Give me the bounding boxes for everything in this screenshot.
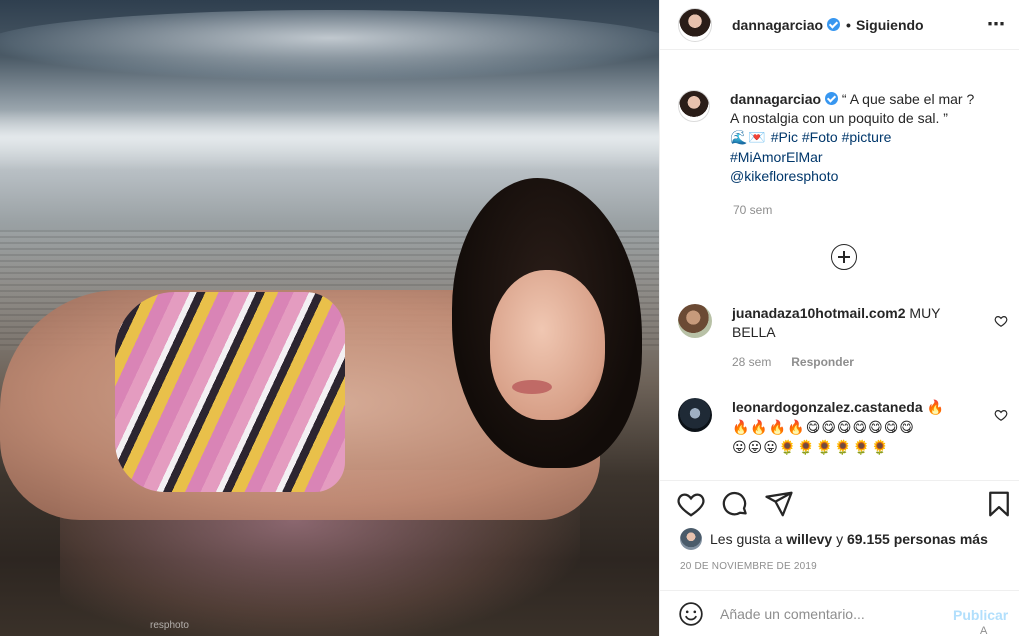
- photo-wave: [0, 10, 659, 80]
- photo-lips: [512, 380, 552, 394]
- comment-body-line0: 🔥: [926, 400, 945, 416]
- heart-icon[interactable]: [676, 489, 706, 519]
- author-username[interactable]: dannagarciao: [732, 17, 823, 33]
- following-button[interactable]: Siguiendo: [856, 17, 924, 33]
- comment-icon[interactable]: [720, 489, 750, 519]
- mention-kikefloresphoto[interactable]: @kikefloresphoto: [730, 168, 838, 184]
- photo-wave-foam: [0, 110, 659, 170]
- likes-count[interactable]: 69.155 personas más: [847, 531, 988, 547]
- hashtag-picture[interactable]: #picture: [842, 129, 892, 145]
- comment-like-heart-icon[interactable]: [994, 314, 1008, 328]
- post-header: dannagarciao • Siguiendo ⋯: [660, 0, 1019, 50]
- commenter-avatar[interactable]: [678, 304, 712, 338]
- comments-section[interactable]: dannagarciao “ A que sabe el mar ? A nos…: [660, 50, 1019, 480]
- comment-timestamp[interactable]: 28 sem: [732, 355, 771, 369]
- likes-prefix: Les gusta a: [710, 531, 783, 547]
- post-actions: [660, 480, 1019, 526]
- caption-emoji: 🌊💌: [730, 130, 767, 146]
- photo-face: [490, 270, 605, 420]
- load-more-comments-button[interactable]: [831, 244, 857, 270]
- verified-badge-icon: [825, 92, 839, 105]
- emoji-picker-icon[interactable]: [678, 601, 704, 627]
- comment-username[interactable]: leonardogonzalez.castaneda: [732, 399, 923, 415]
- caption-username[interactable]: dannagarciao: [730, 91, 821, 107]
- caption-avatar[interactable]: [678, 90, 710, 122]
- comment-username[interactable]: juanadaza10hotmail.com2: [732, 305, 906, 321]
- publish-button[interactable]: Publicar: [953, 607, 1008, 623]
- comment-text: juanadaza10hotmail.com2 MUY BELLA 28 sem…: [732, 304, 987, 372]
- post-side-panel: dannagarciao • Siguiendo ⋯ dannagarciao …: [659, 0, 1019, 636]
- verified-badge-icon: [827, 18, 841, 31]
- post-photo[interactable]: resphoto: [0, 0, 659, 636]
- caption-text: dannagarciao “ A que sabe el mar ? A nos…: [730, 90, 1000, 186]
- comment-text: leonardogonzalez.castaneda 🔥 🔥🔥🔥🔥😋😋😋😋😋😋😋…: [732, 398, 987, 458]
- post-caption: dannagarciao “ A que sabe el mar ? A nos…: [678, 90, 1008, 186]
- caption-timestamp[interactable]: 70 sem: [733, 203, 772, 217]
- overflow-text: A: [980, 625, 988, 636]
- comment-item: leonardogonzalez.castaneda 🔥 🔥🔥🔥🔥😋😋😋😋😋😋😋…: [678, 398, 1008, 458]
- comment-meta: 28 sem Responder: [732, 352, 987, 372]
- author-avatar[interactable]: [678, 7, 712, 42]
- likes-connector: y: [836, 531, 844, 547]
- comment-body-line2: 😛😛😛🌻🌻🌻🌻🌻🌻: [732, 440, 890, 456]
- liker-username[interactable]: willevy: [786, 531, 832, 547]
- photo-watermark: resphoto: [150, 620, 189, 631]
- hashtag-miamorelmar[interactable]: #MiAmorElMar: [730, 149, 823, 165]
- comment-input[interactable]: [720, 605, 940, 622]
- post-date[interactable]: 20 DE NOVIEMBRE DE 2019: [680, 561, 817, 572]
- share-icon[interactable]: [764, 489, 794, 519]
- caption-line2: A nostalgia con un poquito de sal. ”: [730, 110, 948, 126]
- comment-item: juanadaza10hotmail.com2 MUY BELLA 28 sem…: [678, 304, 1008, 372]
- caption-line1: “ A que sabe el mar ?: [841, 91, 975, 107]
- reply-button[interactable]: Responder: [791, 355, 854, 369]
- photo-swimsuit: [115, 292, 345, 492]
- liker-avatar[interactable]: [680, 528, 702, 550]
- hashtag-pic[interactable]: #Pic: [771, 129, 798, 145]
- hashtag-foto[interactable]: #Foto: [802, 129, 838, 145]
- header-separator: •: [846, 16, 851, 33]
- comment-body-line1: 🔥🔥🔥🔥😋😋😋😋😋😋😋: [732, 420, 915, 436]
- comment-like-heart-icon[interactable]: [994, 408, 1008, 422]
- ellipsis-icon[interactable]: ⋯: [987, 14, 1006, 35]
- commenter-avatar[interactable]: [678, 398, 712, 432]
- likes-summary[interactable]: Les gusta a willevy y 69.155 personas má…: [680, 528, 988, 550]
- bookmark-icon[interactable]: [984, 489, 1014, 519]
